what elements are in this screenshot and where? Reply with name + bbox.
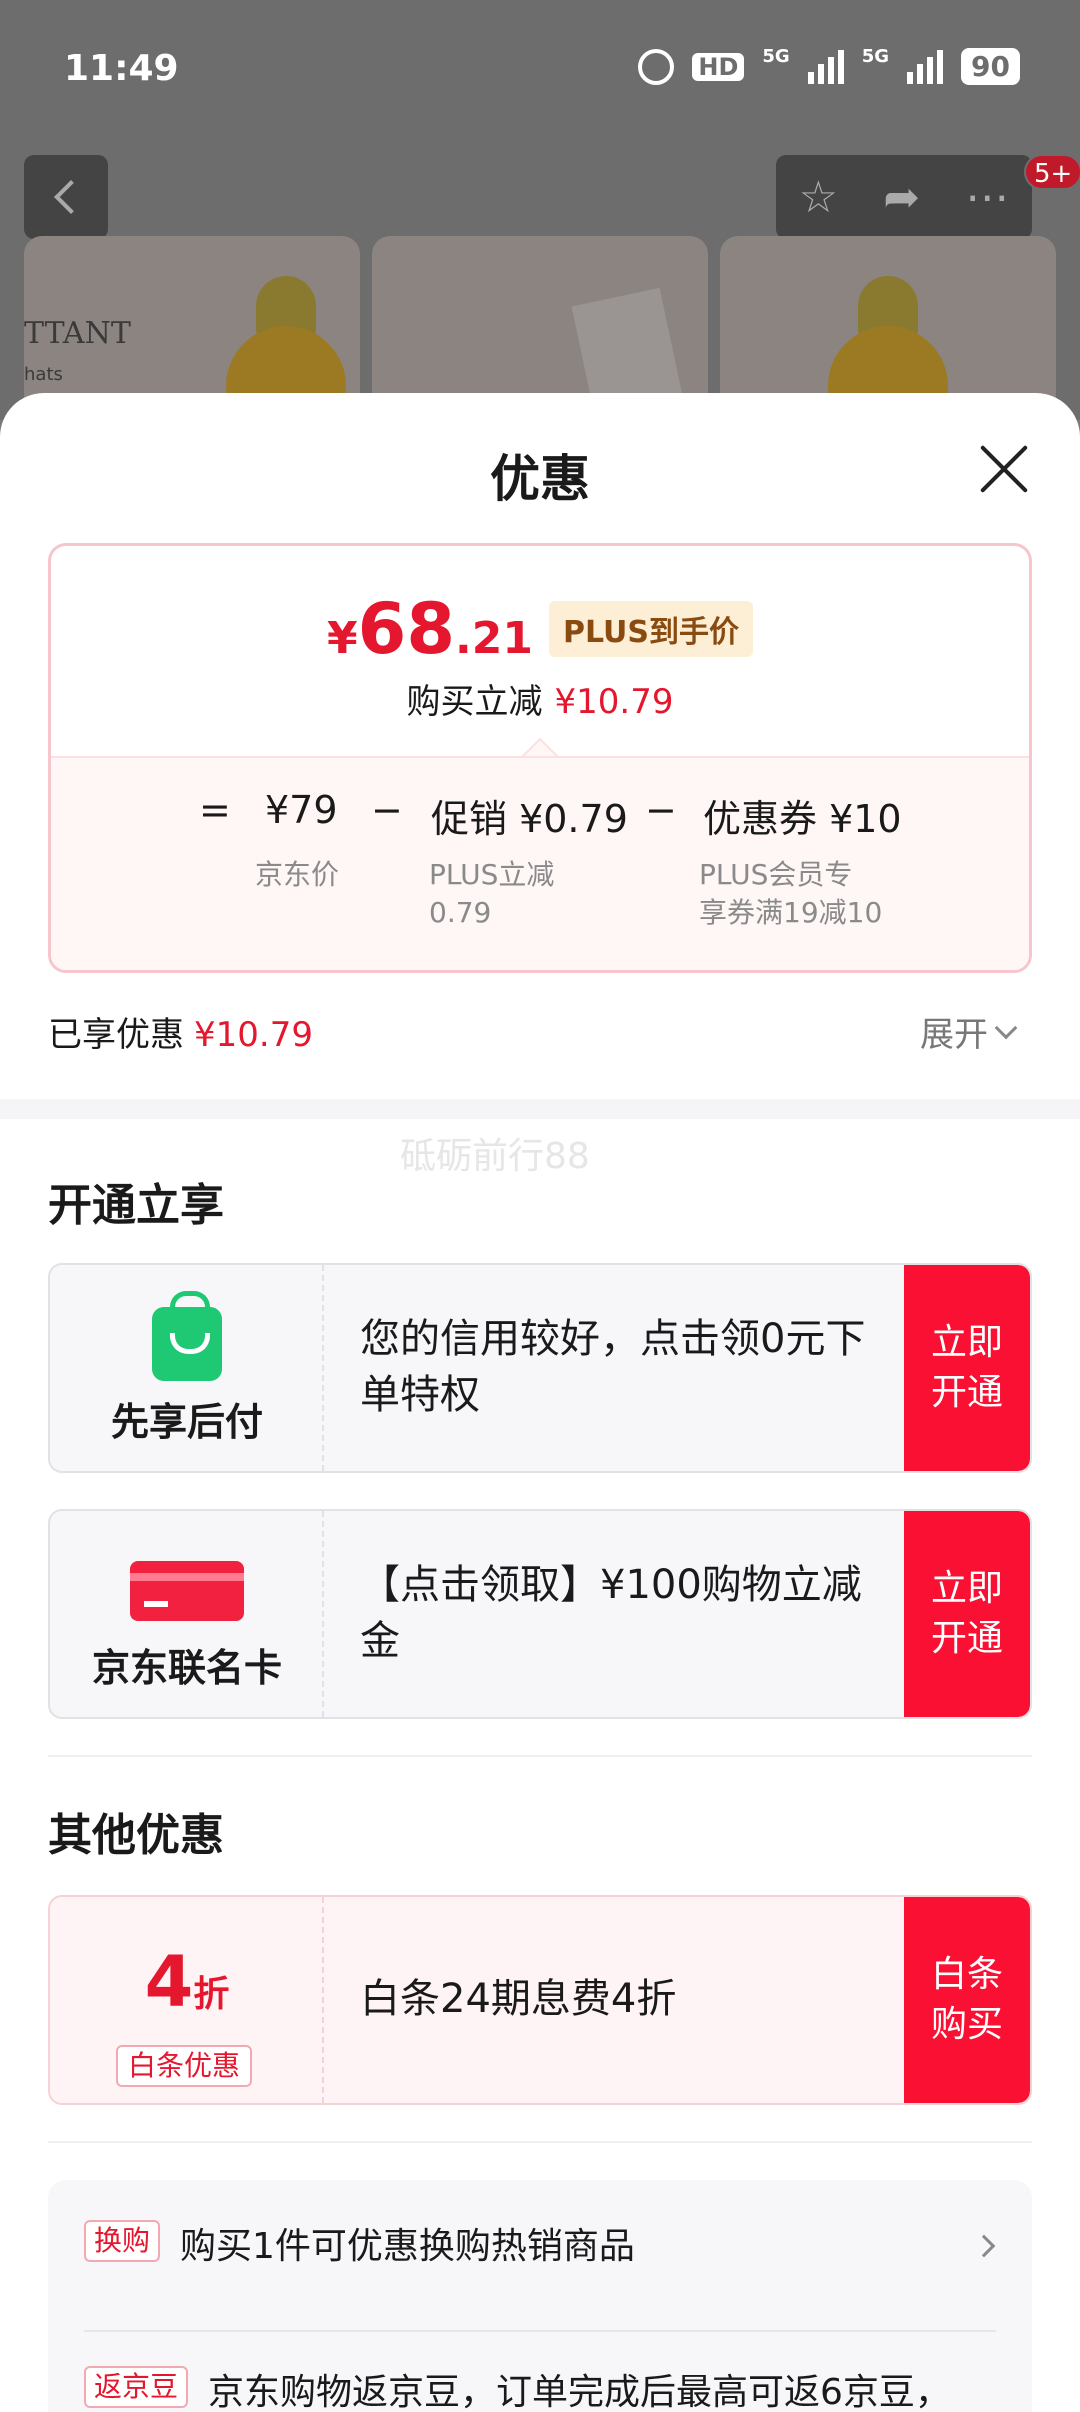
offer-description: 您的信用较好，点击领0元下单特权: [360, 1316, 866, 1418]
gallery-image-subtext: hats: [24, 364, 63, 385]
misc-offers: 换购 购买1件可优惠换购热销商品 返京豆 京东购物返京豆，订单完成后最高可返6京…: [48, 2180, 1032, 2412]
offer-card-baitiao[interactable]: 4折 白条优惠 白条24期息费4折 白条购买: [48, 1895, 1032, 2105]
offer-name: 京东联名卡: [91, 1646, 282, 1690]
formula-minus: −: [371, 788, 403, 832]
favorite-star-icon[interactable]: ☆: [799, 172, 838, 223]
sheet-title: 优惠: [490, 450, 590, 508]
status-time: 11:49: [64, 48, 179, 89]
price-formula: = ¥79 − 促销 ¥0.79 − 优惠券 ¥10 京东价 PLUS立减 0.7…: [51, 756, 1029, 970]
offer-card-pay-later[interactable]: 先享后付 您的信用较好，点击领0元下单特权 立即开通: [48, 1263, 1032, 1473]
baitiao-tag: 白条优惠: [116, 2045, 253, 2087]
alarm-icon: [638, 48, 675, 85]
jingdou-text: 京东购物返京豆，订单完成后最高可返6京豆，特殊渠道订单不参与购物返豆，以订单实: [208, 2372, 951, 2412]
status-icons: HD 5G 5G 90: [638, 48, 1020, 85]
offer-description: 白条24期息费4折: [360, 1976, 677, 2022]
jingdou-tag: 返京豆: [84, 2366, 189, 2408]
shopping-bag-icon: [152, 1291, 222, 1381]
signal-icon-2: [907, 49, 944, 84]
product-page-background: 11:49 HD 5G 5G 90 ☆ ➦ ⋯ 5+ TTANT hats: [0, 0, 1080, 436]
close-icon[interactable]: [978, 443, 1030, 495]
network-type-2: 5G: [861, 46, 890, 67]
more-icon[interactable]: ⋯: [965, 172, 1009, 223]
open-now-button[interactable]: 立即开通: [904, 1511, 1030, 1717]
open-section-title: 开通立享: [48, 1180, 224, 1231]
expand-label: 展开: [920, 1015, 988, 1055]
jingdou-row: 返京豆 京东购物返京豆，订单完成后最高可返6京豆，特殊渠道订单不参与购物返豆，以…: [84, 2366, 954, 2412]
formula-base-label: 京东价: [255, 858, 340, 891]
offer-left: 京东联名卡: [50, 1511, 324, 1717]
divider: [84, 2330, 996, 2332]
trade-in-row[interactable]: 换购 购买1件可优惠换购热销商品: [84, 2220, 635, 2274]
battery-icon: 90: [961, 48, 1020, 85]
offer-card-cobrand-card[interactable]: 京东联名卡 【点击领取】¥100购物立减金 立即开通: [48, 1509, 1032, 1719]
enjoyed-label: 已享优惠: [48, 1015, 184, 1055]
enjoyed-value: ¥10.79: [194, 1015, 313, 1055]
watermark: 砥砺前行88: [400, 1136, 590, 1177]
other-section-title: 其他优惠: [48, 1810, 224, 1861]
gallery-image-text: TTANT: [24, 316, 131, 351]
back-button[interactable]: [24, 155, 108, 239]
formula-coupon-label: PLUS会员专 享券满19减10: [699, 856, 882, 932]
share-icon[interactable]: ➦: [883, 172, 920, 223]
final-price-row: ¥68.21 PLUS到手价: [51, 588, 1029, 670]
reduce-label: 购买立减: [406, 682, 543, 722]
divider: [48, 1755, 1032, 1757]
formula-base-price: ¥79: [265, 788, 338, 832]
divider: [48, 2141, 1032, 2143]
signal-icon-1: [807, 49, 844, 84]
coupon-label-line2: 享券满19减10: [699, 896, 883, 929]
coupon-label-line1: PLUS会员专: [699, 858, 853, 891]
section-divider: [0, 1099, 1080, 1119]
promo-label-line1: PLUS立减: [429, 858, 555, 891]
formula-promo: 促销 ¥0.79: [431, 797, 628, 841]
credit-card-icon: [130, 1561, 244, 1621]
trade-in-text: 购买1件可优惠换购热销商品: [180, 2226, 635, 2267]
open-now-button[interactable]: 立即开通: [904, 1265, 1030, 1471]
offer-name: 先享后付: [110, 1400, 263, 1444]
final-price: ¥68.21: [327, 588, 533, 670]
price-integer: 68: [357, 588, 456, 670]
chevron-right-icon[interactable]: [972, 2234, 996, 2258]
price-breakdown-card: ¥68.21 PLUS到手价 购买立减 ¥10.79 = ¥79 − 促销 ¥0.…: [48, 543, 1032, 973]
formula-minus: −: [645, 788, 677, 832]
formula-promo-label: PLUS立减 0.79: [429, 856, 554, 932]
price-decimal: .21: [455, 613, 533, 664]
expand-button[interactable]: 展开: [920, 1007, 1018, 1056]
discount-unit: 折: [193, 1974, 230, 2015]
baitiao-buy-button[interactable]: 白条购买: [904, 1897, 1030, 2103]
status-bar: 11:49 HD 5G 5G 90: [0, 0, 1080, 140]
offer-left: 4折 白条优惠: [50, 1897, 324, 2103]
reduce-row: 购买立减 ¥10.79: [51, 674, 1029, 723]
network-type-1: 5G: [762, 46, 790, 67]
formula-equals: =: [199, 788, 231, 832]
hd-icon: HD: [692, 52, 745, 81]
offer-left: 先享后付: [50, 1265, 324, 1471]
price-currency: ¥: [326, 613, 358, 664]
enjoyed-discount: 已享优惠 ¥10.79: [48, 1007, 313, 1056]
back-arrow-icon: [54, 180, 88, 214]
promo-label-line2: 0.79: [429, 896, 492, 929]
chevron-down-icon: [994, 1016, 1018, 1039]
plus-price-tag: PLUS到手价: [548, 601, 753, 657]
top-action-group: ☆ ➦ ⋯: [776, 155, 1032, 239]
trade-in-tag: 换购: [84, 2220, 161, 2262]
message-count-badge: 5+: [1024, 154, 1080, 190]
discount-number: 4: [144, 1941, 194, 2023]
price-summary: ¥68.21 PLUS到手价 购买立减 ¥10.79: [51, 546, 1029, 756]
offer-description: 【点击领取】¥100购物立减金: [360, 1562, 862, 1664]
formula-coupon: 优惠券 ¥10: [703, 797, 902, 841]
reduce-value: ¥10.79: [554, 682, 674, 722]
discount-sheet: 优惠 ¥68.21 PLUS到手价 购买立减 ¥10.79 = ¥79 − 促销 …: [0, 393, 1080, 2412]
discount-rate: 4折: [50, 1941, 324, 2023]
